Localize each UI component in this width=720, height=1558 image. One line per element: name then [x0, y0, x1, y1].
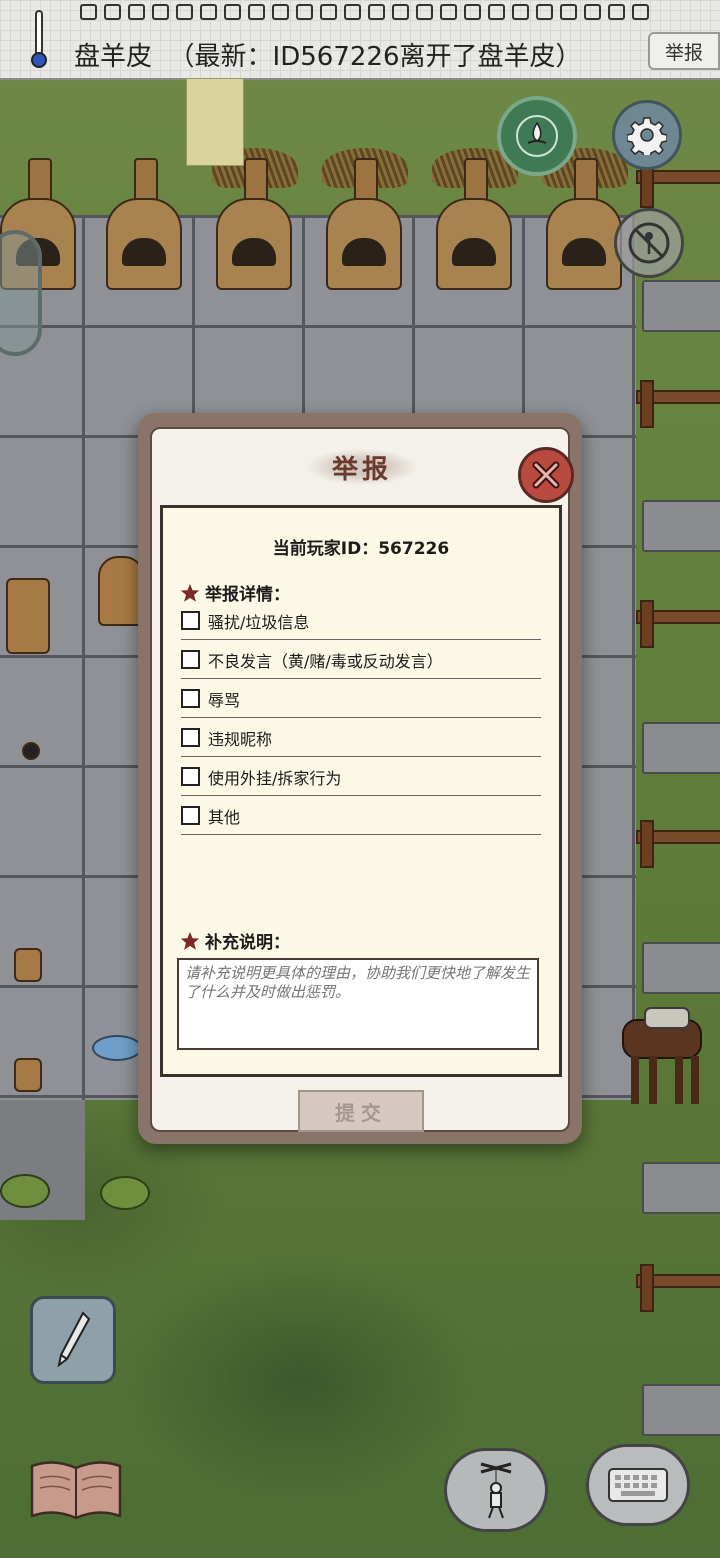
close-button[interactable] [518, 447, 574, 503]
notes-section-label: 补充说明： [179, 928, 290, 953]
stone-wall [642, 942, 720, 994]
gear-icon[interactable] [612, 100, 682, 170]
note-tag [186, 78, 244, 166]
report-option-spam[interactable]: 骚扰/垃圾信息 [181, 602, 541, 640]
report-dialog-body: 举报 当前玩家ID：567226 举报详情： 骚扰/垃圾信息 不良发言（黄/赌/… [150, 427, 574, 1132]
notes-input[interactable] [177, 958, 539, 1050]
stone-rock[interactable] [22, 742, 40, 760]
puppet-button[interactable] [444, 1448, 548, 1532]
puppet-icon [480, 1462, 512, 1519]
no-entry-icon[interactable] [614, 208, 684, 278]
top-bar: 盘羊皮 （最新：ID567226离开了盘羊皮） 举报 [0, 0, 720, 80]
herb-bush[interactable] [100, 1176, 150, 1210]
report-button[interactable]: 举报 [648, 32, 720, 70]
option-label: 骚扰/垃圾信息 [208, 612, 310, 632]
stone-wall [642, 1384, 720, 1436]
barrel[interactable] [14, 948, 42, 982]
basket[interactable] [6, 578, 50, 654]
notebook-binding [80, 4, 680, 22]
stone-wall [642, 722, 720, 774]
stone-wall [642, 280, 720, 332]
option-label: 辱骂 [208, 690, 241, 710]
book-icon[interactable] [28, 1456, 124, 1522]
report-dialog: 举报 当前玩家ID：567226 举报详情： 骚扰/垃圾信息 不良发言（黄/赌/… [138, 413, 582, 1144]
checkbox[interactable] [181, 611, 200, 630]
latest-event-text: （最新：ID567226离开了盘羊皮） [168, 42, 582, 72]
kiln[interactable] [216, 158, 292, 290]
keyboard-icon [608, 1468, 668, 1502]
option-label: 使用外挂/拆家行为 [208, 768, 342, 788]
compass-icon[interactable] [497, 96, 577, 176]
checkbox[interactable] [181, 806, 200, 825]
report-option-nickname[interactable]: 违规昵称 [181, 719, 541, 757]
report-option-cheating[interactable]: 使用外挂/拆家行为 [181, 758, 541, 796]
checkbox[interactable] [181, 689, 200, 708]
thermometer-icon[interactable] [30, 10, 48, 70]
close-icon [532, 461, 560, 489]
report-option-other[interactable]: 其他 [181, 797, 541, 835]
option-label: 违规昵称 [208, 729, 273, 749]
report-form: 当前玩家ID：567226 举报详情： 骚扰/垃圾信息 不良发言（黄/赌/毒或反… [160, 505, 562, 1077]
kiln[interactable] [546, 158, 622, 290]
option-label: 不良发言（黄/赌/毒或反动发言） [208, 651, 443, 671]
checkbox[interactable] [181, 767, 200, 786]
keyboard-button[interactable] [586, 1444, 690, 1526]
fence-post [640, 1264, 654, 1312]
kiln[interactable] [106, 158, 182, 290]
kiln[interactable] [326, 158, 402, 290]
option-label: 其他 [208, 807, 241, 827]
stone-wall [642, 500, 720, 552]
report-option-bad-speech[interactable]: 不良发言（黄/赌/毒或反动发言） [181, 641, 541, 679]
kiln[interactable] [436, 158, 512, 290]
submit-button[interactable]: 提交 [298, 1090, 424, 1132]
fence-post [640, 820, 654, 868]
star-icon [180, 931, 200, 950]
fence-column [636, 150, 720, 1550]
pencil-button[interactable] [30, 1296, 116, 1384]
current-player-id: 当前玩家ID：567226 [272, 539, 450, 559]
herb-bush[interactable] [0, 1174, 50, 1208]
checkbox[interactable] [181, 728, 200, 747]
checkbox[interactable] [181, 650, 200, 669]
barrel[interactable] [14, 1058, 42, 1092]
biome-label: 盘羊皮 [74, 42, 153, 72]
pond [92, 1035, 142, 1061]
horse[interactable] [615, 1000, 720, 1110]
dialog-title: 举报 [331, 454, 392, 485]
pencil-icon [57, 1311, 91, 1368]
stone-wall [642, 1162, 720, 1214]
fence-post [640, 380, 654, 428]
fence-post [640, 600, 654, 648]
notes-label: 补充说明： [205, 933, 290, 953]
biome-status: 盘羊皮 （最新：ID567226离开了盘羊皮） [74, 36, 582, 73]
star-icon [180, 583, 200, 602]
report-option-abuse[interactable]: 辱骂 [181, 680, 541, 718]
side-gauge [0, 230, 42, 356]
